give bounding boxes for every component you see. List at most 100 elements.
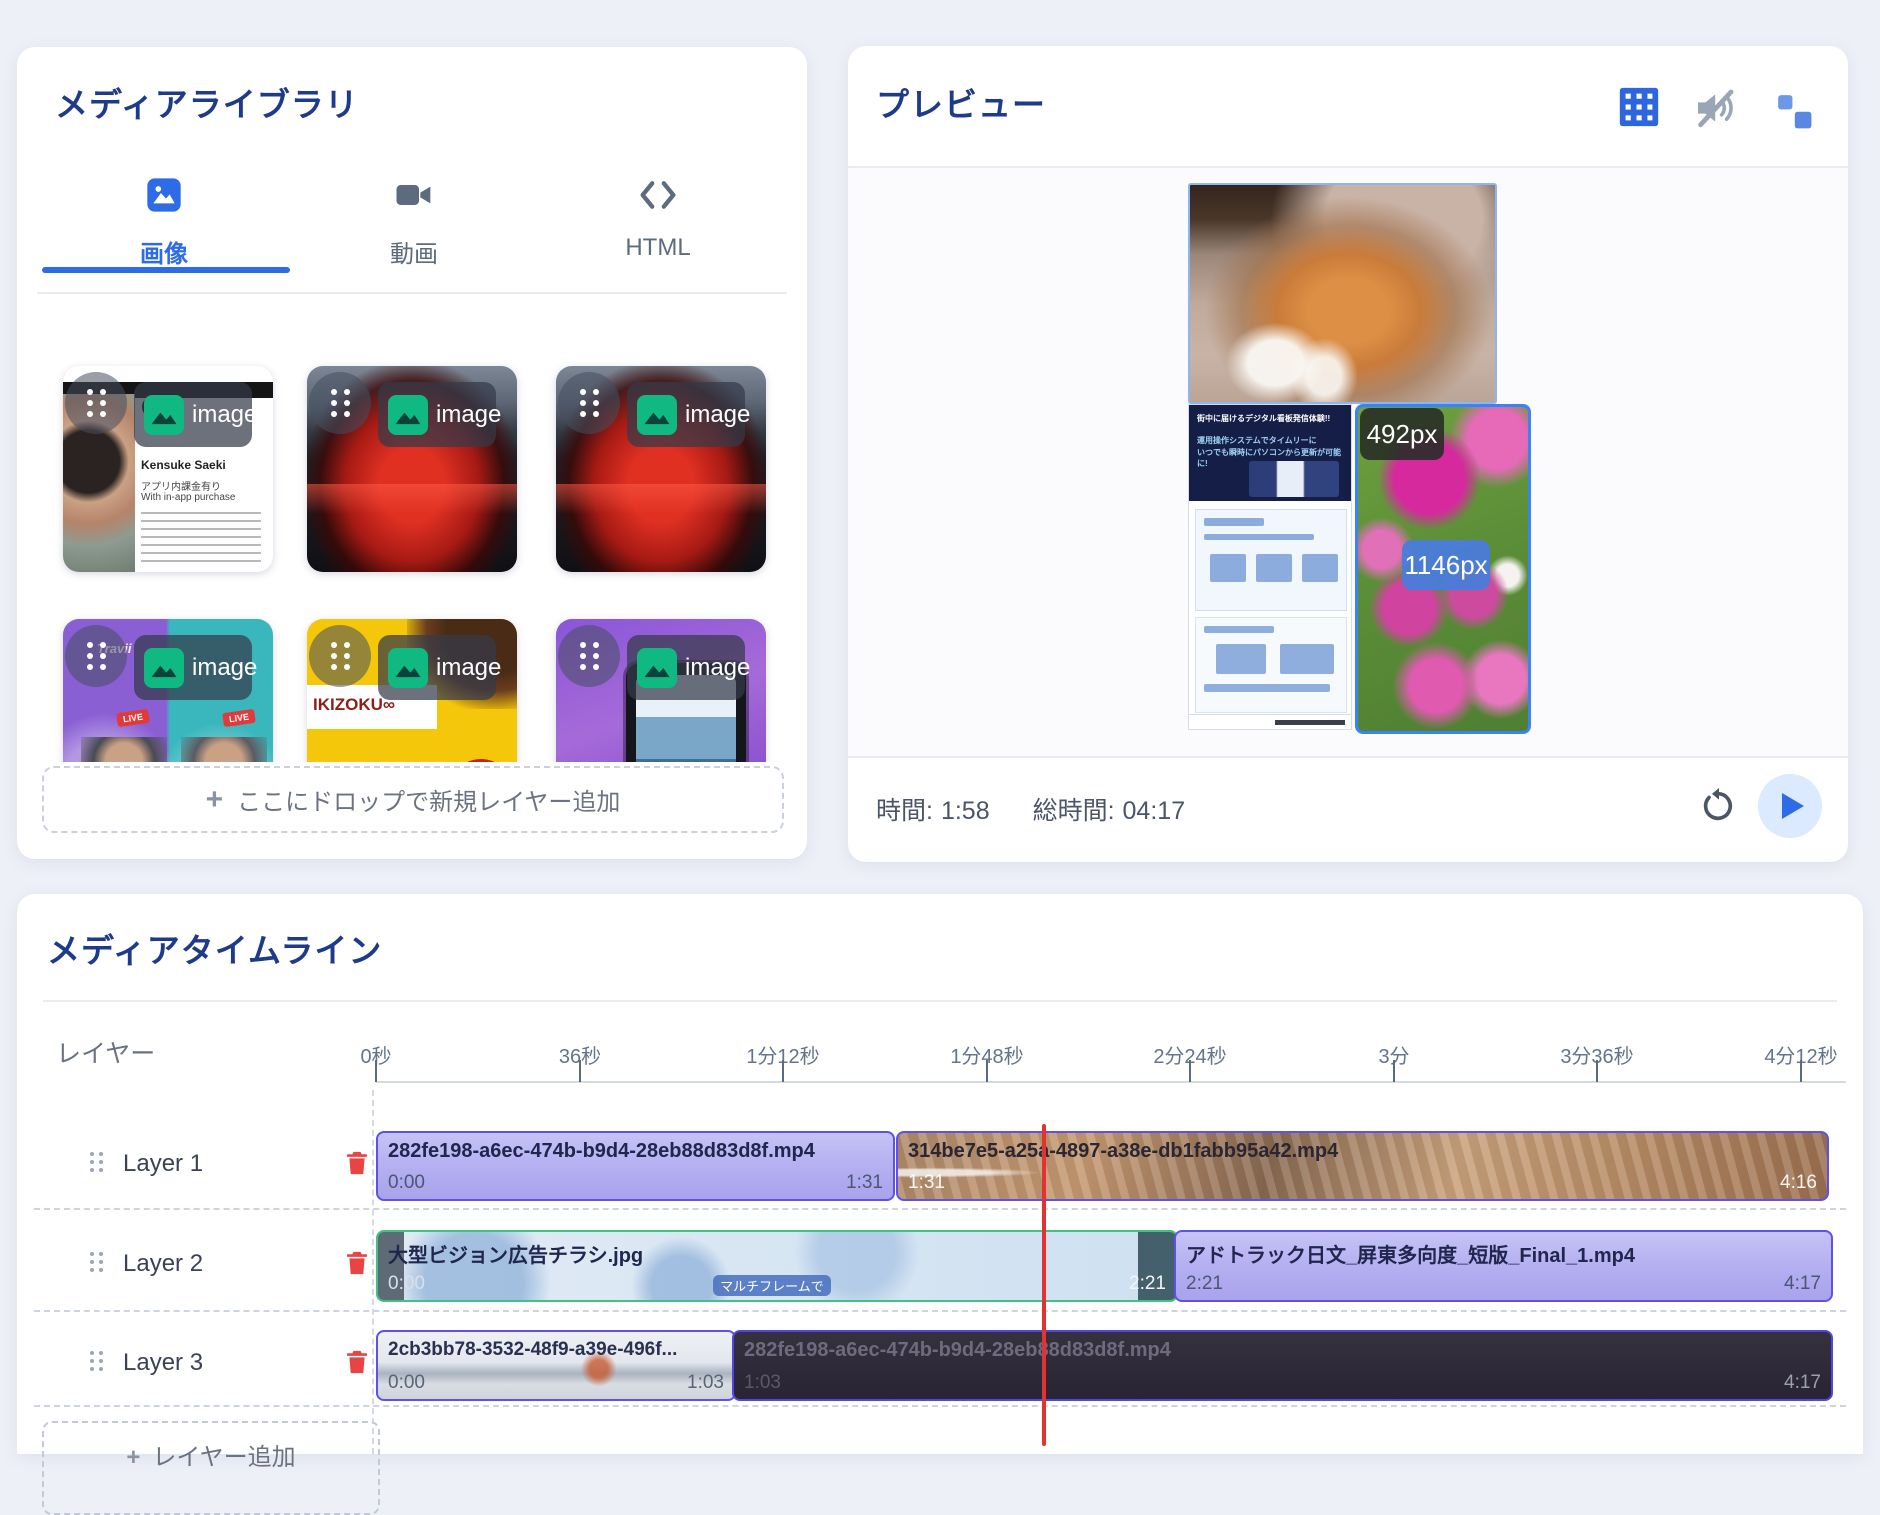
drag-handle[interactable] (309, 372, 371, 434)
add-layer-label: レイヤー追加 (152, 1444, 295, 1471)
trash-icon[interactable] (343, 1148, 371, 1178)
ruler-tick (375, 1060, 377, 1082)
tabs-divider (37, 292, 787, 294)
preview-cat-image[interactable] (1188, 183, 1497, 404)
image-badge-label: image (685, 401, 750, 429)
clip-start-time: 1:03 (744, 1372, 781, 1394)
image-icon (144, 175, 184, 215)
tab-html[interactable]: HTML (558, 171, 758, 301)
media-item-red-car[interactable]: image (307, 366, 517, 572)
timeline-clip[interactable]: アドトラック日文_屏東多向度_短版_Final_1.mp4 2:21 4:17 (1174, 1230, 1833, 1302)
preview-footer-divider (848, 756, 1848, 758)
tab-images-label: 画像 (64, 234, 264, 269)
image-badge-icon (637, 395, 677, 435)
new-layer-dropzone[interactable]: + ここにドロップで新規レイヤー追加 (42, 766, 784, 833)
tab-videos[interactable]: 動画 (314, 171, 514, 301)
media-item-app-ad[interactable]: image (556, 619, 766, 762)
preview-poster-image[interactable]: 街中に届けるデジタル看板発信体験!! 運用操作システムでタイムリーに いつでも瞬… (1188, 404, 1352, 730)
drag-handle[interactable] (65, 625, 127, 687)
image-badge-icon (637, 648, 677, 688)
plus-icon: + (206, 783, 224, 817)
time-readout: 時間:1:58 総時間:04:17 (876, 791, 1185, 827)
clip-start-time: 0:00 (388, 1273, 425, 1295)
grid-layout-icon[interactable] (1616, 84, 1662, 135)
image-type-badge: image (134, 635, 252, 700)
time-value: 1:58 (941, 797, 990, 825)
mute-icon[interactable] (1691, 84, 1739, 137)
layer-drag-handle[interactable] (90, 1152, 103, 1172)
add-layer-button[interactable]: +レイヤー追加 (42, 1421, 380, 1515)
thumb-text: 全6種 (449, 759, 513, 762)
preview-title: プレビュー (876, 78, 1046, 126)
total-time-value: 04:17 (1123, 797, 1186, 825)
timeline-clip[interactable]: 2cb3bb78-3532-48f9-a39e-496f... 0:00 1:0… (376, 1330, 736, 1401)
media-item-travel-ad[interactable]: Travii LIVE LIVE image (63, 619, 273, 762)
clip-start-time: 1:31 (908, 1172, 945, 1194)
playhead[interactable] (1042, 1124, 1046, 1446)
image-type-badge: image (378, 382, 496, 447)
clip-end-time: 4:17 (1784, 1372, 1821, 1394)
image-badge-icon (388, 648, 428, 688)
image-badge-icon (388, 395, 428, 435)
row-divider (34, 1208, 1846, 1210)
media-library-panel: メディアライブラリ 画像 動画 HTML (17, 47, 807, 859)
drag-handle[interactable] (65, 372, 127, 434)
clip-filename: 282fe198-a6ec-474b-b9d4-28eb88d83d8f.mp4 (744, 1339, 1821, 1362)
media-item-snack-ad[interactable]: IKIZOKU∞ コレクション 全6種 image (307, 619, 517, 762)
layer-drag-handle[interactable] (90, 1252, 103, 1272)
resize-icon[interactable] (1775, 92, 1813, 135)
timeline-clip[interactable]: 大型ビジョン広告チラシ.jpg マルチフレームで 0:00 2:21 (376, 1230, 1178, 1302)
clip-filename: アドトラック日文_屏東多向度_短版_Final_1.mp4 (1186, 1239, 1821, 1268)
timeline-clip[interactable]: 314be7e5-a25a-4897-a38e-db1fabb95a42.mp4… (896, 1131, 1829, 1201)
media-thumbnail-grid: Ge Kensuke Saeki アプリ内課金有り With in-app pu… (17, 347, 807, 762)
image-badge-label: image (192, 654, 257, 682)
layers-column-header: レイヤー (56, 1034, 155, 1070)
preview-panel: プレビュー 街中に届けるデジタル看板発信体験!! 運用操作システムでタイムリーに… (848, 46, 1848, 862)
time-label: 時間: (876, 797, 933, 825)
drag-handle[interactable] (558, 625, 620, 687)
layer-name: Layer 3 (123, 1349, 203, 1377)
image-badge-label: image (685, 654, 750, 682)
clip-filename: 2cb3bb78-3532-48f9-a39e-496f... (388, 1339, 724, 1361)
media-item-profile-card[interactable]: Ge Kensuke Saeki アプリ内課金有り With in-app pu… (63, 366, 273, 572)
clip-filename: 大型ビジョン広告チラシ.jpg (388, 1239, 1166, 1268)
image-badge-label: image (436, 401, 501, 429)
clip-filename: 282fe198-a6ec-474b-b9d4-28eb88d83d8f.mp4 (388, 1140, 883, 1163)
width-size-tag: 492px (1360, 408, 1444, 460)
image-type-badge: image (134, 382, 252, 447)
row-divider (34, 1405, 1846, 1407)
timeline-clip[interactable]: 282fe198-a6ec-474b-b9d4-28eb88d83d8f.mp4… (732, 1330, 1833, 1401)
timeline-title: メディアタイムライン (47, 924, 382, 972)
image-badge-label: image (192, 401, 257, 429)
layer-drag-handle[interactable] (90, 1351, 103, 1371)
clip-caption: マルチフレームで (713, 1275, 831, 1296)
clip-end-time: 4:16 (1780, 1172, 1817, 1194)
active-tab-underline (42, 267, 290, 273)
drag-handle[interactable] (309, 625, 371, 687)
clip-end-time: 2:21 (1129, 1273, 1166, 1295)
timeline-ruler (376, 1081, 1846, 1083)
trash-icon[interactable] (343, 1347, 371, 1377)
clip-start-time: 0:00 (388, 1172, 425, 1194)
media-item-red-car-2[interactable]: image (556, 366, 766, 572)
trash-icon[interactable] (343, 1248, 371, 1278)
drag-handle[interactable] (558, 372, 620, 434)
code-brackets-icon (638, 175, 678, 215)
image-badge-icon (144, 648, 184, 688)
image-type-badge: image (627, 382, 745, 447)
thumb-text: With in-app purchase (141, 492, 236, 503)
preview-stage: 街中に届けるデジタル看板発信体験!! 運用操作システムでタイムリーに いつでも瞬… (848, 168, 1848, 756)
layer-name: Layer 1 (123, 1150, 203, 1178)
restart-icon[interactable] (1698, 786, 1738, 826)
ruler-tick (1189, 1060, 1191, 1082)
play-button[interactable] (1758, 774, 1822, 838)
ruler-tick (1596, 1060, 1598, 1082)
clip-end-time: 4:17 (1784, 1273, 1821, 1295)
video-editor-app: メディアライブラリ 画像 動画 HTML (0, 0, 1880, 1446)
tab-images[interactable]: 画像 (64, 171, 264, 301)
play-icon (1782, 793, 1804, 819)
row-divider (34, 1310, 1846, 1312)
timeline-clip[interactable]: 282fe198-a6ec-474b-b9d4-28eb88d83d8f.mp4… (376, 1131, 895, 1201)
thumb-text: アプリ内課金有り (141, 478, 221, 493)
video-camera-icon (394, 175, 434, 215)
